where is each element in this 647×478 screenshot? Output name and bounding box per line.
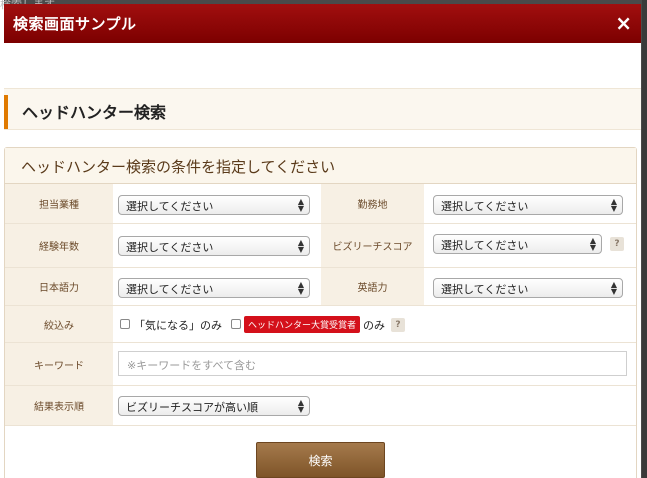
help-icon[interactable]: ? <box>610 237 624 251</box>
select-arrows-icon: ▲ ▼ <box>297 238 304 254</box>
select-experience[interactable]: 選択してください ▲ ▼ <box>118 236 310 256</box>
keyword-input[interactable]: ※キーワードをすべて含む <box>118 351 627 376</box>
select-arrows-icon: ▲ ▼ <box>610 280 617 296</box>
select-experience-value: 選択してください <box>126 241 214 254</box>
label-filter: 絞込み <box>5 306 113 342</box>
label-duty-type: 担当業種 <box>5 184 113 223</box>
panel-subtitle: ヘッドハンター検索の条件を指定してください <box>21 158 336 176</box>
select-english-value: 選択してください <box>441 283 529 296</box>
heading-accent-bar <box>4 95 8 129</box>
select-arrows-icon: ▲ ▼ <box>610 197 617 213</box>
search-button[interactable]: 検索 <box>256 442 385 478</box>
help-icon[interactable]: ? <box>391 318 405 332</box>
modal-titlebar: 検索画面サンプル × <box>4 4 641 43</box>
select-japanese[interactable]: 選択してください ▲ ▼ <box>118 278 310 298</box>
select-arrows-icon: ▲ ▼ <box>589 236 596 252</box>
select-duty-type-value: 選択してください <box>126 200 214 213</box>
background-right <box>642 0 647 478</box>
select-sort-order[interactable]: ビズリーチスコアが高い順 ▲ ▼ <box>118 396 310 416</box>
label-sort: 結果表示順 <box>5 386 113 425</box>
select-arrows-icon: ▲ ▼ <box>297 398 304 414</box>
row-duty-location: 担当業種 選択してください ▲ ▼ 勤務地 選択してください ▲ ▼ <box>5 184 636 224</box>
row-sort: 結果表示順 ビズリーチスコアが高い順 ▲ ▼ <box>5 386 636 426</box>
select-japanese-value: 選択してください <box>126 283 214 296</box>
checkbox-award[interactable] <box>231 319 241 329</box>
checkbox-interested[interactable] <box>120 319 130 329</box>
panel-header: ヘッドハンター検索の条件を指定してください <box>5 148 636 184</box>
select-bizreach-score[interactable]: 選択してください ▲ ▼ <box>433 234 602 254</box>
search-modal: 検索画面サンプル × ヘッドハンター検索 ヘッドハンター検索の条件を指定してくだ… <box>4 4 641 478</box>
checkbox-interested-label: 「気になる」のみ <box>134 319 222 332</box>
label-location: 勤務地 <box>321 184 424 223</box>
select-bizreach-score-value: 選択してください <box>441 239 529 252</box>
label-bizreach-score: ビズリーチスコア <box>321 224 424 267</box>
row-keyword: キーワード ※キーワードをすべて含む <box>5 343 636 386</box>
page-title: ヘッドハンター検索 <box>22 103 167 122</box>
label-keyword: キーワード <box>5 343 113 385</box>
label-experience: 経験年数 <box>5 224 113 267</box>
award-only-label: のみ <box>363 319 385 332</box>
search-conditions-panel: ヘッドハンター検索の条件を指定してください 担当業種 選択してください ▲ ▼ 勤… <box>4 147 637 478</box>
page-heading-bar: ヘッドハンター検索 <box>4 88 641 130</box>
select-duty-type[interactable]: 選択してください ▲ ▼ <box>118 195 310 215</box>
select-arrows-icon: ▲ ▼ <box>297 280 304 296</box>
label-japanese: 日本語力 <box>5 268 113 305</box>
select-arrows-icon: ▲ ▼ <box>297 197 304 213</box>
modal-title: 検索画面サンプル <box>13 15 137 33</box>
row-japanese-english: 日本語力 選択してください ▲ ▼ 英語力 選択してください ▲ ▼ <box>5 268 636 306</box>
label-english: 英語力 <box>321 268 424 305</box>
select-sort-order-value: ビズリーチスコアが高い順 <box>126 401 258 414</box>
select-location[interactable]: 選択してください ▲ ▼ <box>433 195 623 215</box>
select-english[interactable]: 選択してください ▲ ▼ <box>433 278 623 298</box>
select-location-value: 選択してください <box>441 200 529 213</box>
close-icon[interactable]: × <box>615 13 632 33</box>
award-badge: ヘッドハンター大賞受賞者 <box>244 316 361 333</box>
row-experience-score: 経験年数 選択してください ▲ ▼ ビズリーチスコア 選択してください ▲ ▼ ? <box>5 224 636 268</box>
row-filter: 絞込み 「気になる」のみ ヘッドハンター大賞受賞者 のみ ? <box>5 306 636 343</box>
